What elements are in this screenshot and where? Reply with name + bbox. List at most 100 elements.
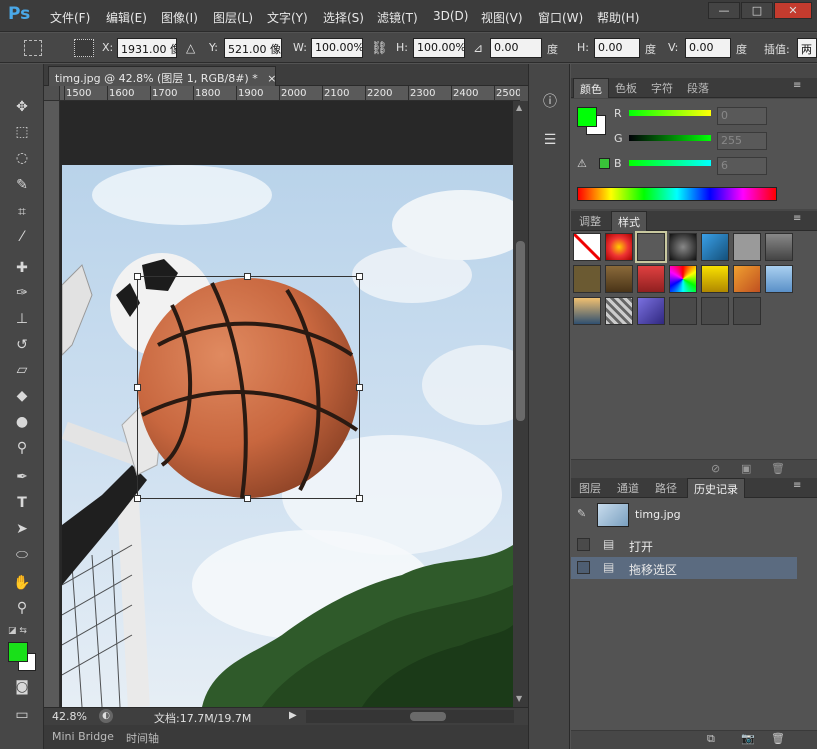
tab-paths[interactable]: 路径 [649,478,683,498]
style-swatch[interactable] [733,265,761,293]
g-field[interactable]: 255 [717,132,767,150]
transform-handle-bl[interactable] [134,495,141,502]
style-swatch[interactable] [605,233,633,261]
delete-style-icon[interactable]: 🗑 [771,462,785,475]
scroll-up-icon[interactable]: ▲ [516,103,522,112]
r-field[interactable]: 0 [717,107,767,125]
transform-handle-l[interactable] [134,384,141,391]
crop-tool-icon[interactable]: ⌗ [10,201,34,223]
mini-bridge-tab[interactable]: Mini Bridge [52,730,114,743]
menu-view[interactable]: 视图(V) [481,9,523,26]
style-swatch[interactable] [635,231,667,263]
new-doc-from-state-icon[interactable]: ⧉ [707,732,715,746]
paint-bucket-tool-icon[interactable]: ◆ [10,385,34,407]
link-icon[interactable]: ⛓ [371,41,388,56]
reference-point-icon[interactable] [74,39,94,57]
transform-handle-r[interactable] [356,384,363,391]
angle-field[interactable]: 0.00 [490,38,542,58]
blur-tool-icon[interactable]: ● [10,411,34,433]
tab-adjustments[interactable]: 调整 [573,211,607,231]
relative-position-icon[interactable]: △ [186,41,195,55]
styles-panel-menu-icon[interactable]: ≡ [793,213,801,224]
horizontal-scroll-thumb[interactable] [410,712,446,721]
history-item[interactable]: ▤ 打开 [571,534,797,556]
style-swatch[interactable] [669,297,697,325]
tab-color[interactable]: 颜色 [573,78,609,98]
eyedropper-tool-icon[interactable]: ⁄ [10,226,34,248]
transform-handle-b[interactable] [244,495,251,502]
menu-file[interactable]: 文件(F) [50,9,90,26]
tool-preset-icon[interactable] [24,40,42,56]
color-spectrum-bar[interactable] [577,187,777,201]
history-snapshot-row[interactable]: ✎ timg.jpg [571,500,797,530]
marquee-tool-icon[interactable]: ⬚ [10,121,34,143]
clear-style-icon[interactable]: ⊘ [711,462,720,475]
hand-tool-icon[interactable]: ✋ [10,572,34,594]
history-brush-source-icon[interactable]: ✎ [577,507,586,520]
gamut-color-swatch[interactable] [599,158,610,169]
menu-filter[interactable]: 滤镜(T) [377,9,418,26]
path-selection-tool-icon[interactable]: ➤ [10,518,34,540]
default-colors-icon[interactable]: ◪ ⇆ [8,626,27,636]
menu-3d[interactable]: 3D(D) [433,9,468,23]
style-swatch[interactable] [637,297,665,325]
hskew-field[interactable]: 0.00 [594,38,640,58]
height-field[interactable]: 100.00% [413,38,465,58]
close-button[interactable]: ✕ [774,2,812,19]
timeline-tab[interactable]: 时间轴 [126,730,159,746]
info-icon[interactable]: ⓘ [537,90,563,114]
menu-image[interactable]: 图像(I) [161,9,198,26]
move-tool-icon[interactable]: ✥ [10,96,34,118]
history-item-selected[interactable]: ▤ 拖移选区 [571,557,797,579]
menu-layer[interactable]: 图层(L) [213,9,253,26]
style-swatch[interactable] [733,297,761,325]
menu-edit[interactable]: 编辑(E) [106,9,147,26]
style-swatch[interactable] [701,233,729,261]
new-style-icon[interactable]: ▣ [741,462,751,475]
transform-bounding-box[interactable] [137,276,360,499]
tab-history[interactable]: 历史记录 [687,478,745,498]
history-checkbox[interactable] [577,538,590,551]
zoom-level[interactable]: 42.8% [52,710,87,723]
maximize-button[interactable]: □ [741,2,773,19]
ellipse-tool-icon[interactable]: ⬭ [10,544,34,566]
menu-window[interactable]: 窗口(W) [538,9,583,26]
panel-menu-icon[interactable]: ≡ [793,80,801,91]
lasso-tool-icon[interactable]: ◌ [10,147,34,169]
style-swatch[interactable] [605,297,633,325]
quick-select-tool-icon[interactable]: ✎ [10,174,34,196]
color-foreground-swatch[interactable] [577,107,597,127]
tab-paragraph[interactable]: 段落 [681,78,715,98]
minimize-button[interactable]: — [708,2,740,19]
style-swatch[interactable] [573,233,601,261]
history-checkbox[interactable] [577,561,590,574]
style-swatch[interactable] [573,265,601,293]
tab-swatches[interactable]: 色板 [609,78,643,98]
transform-handle-tl[interactable] [134,273,141,280]
transform-handle-br[interactable] [356,495,363,502]
gamut-warning-icon[interactable]: ⚠ [577,157,587,170]
status-menu-icon[interactable]: ◐ [99,709,113,723]
eraser-tool-icon[interactable]: ▱ [10,359,34,381]
vskew-field[interactable]: 0.00 [685,38,731,58]
screen-mode-icon[interactable]: ▭ [10,704,34,726]
r-slider[interactable] [629,110,711,116]
brush-tool-icon[interactable]: ✑ [10,282,34,304]
properties-icon[interactable]: ☰ [537,128,563,152]
width-field[interactable]: 100.00% [311,38,363,58]
b-slider[interactable] [629,160,711,166]
style-swatch[interactable] [637,265,665,293]
zoom-tool-icon[interactable]: ⚲ [10,597,34,619]
style-swatch[interactable] [765,233,793,261]
style-swatch[interactable] [605,265,633,293]
dodge-tool-icon[interactable]: ⚲ [10,437,34,459]
history-brush-tool-icon[interactable]: ↺ [10,334,34,356]
tab-channels[interactable]: 通道 [611,478,645,498]
type-tool-icon[interactable]: T [10,492,34,514]
pen-tool-icon[interactable]: ✒ [10,466,34,488]
delete-state-icon[interactable]: 🗑 [771,732,785,745]
g-slider[interactable] [629,135,711,141]
status-expand-icon[interactable]: ▶ [289,710,297,721]
vertical-scroll-thumb[interactable] [516,241,525,421]
scroll-down-icon[interactable]: ▼ [516,694,522,703]
